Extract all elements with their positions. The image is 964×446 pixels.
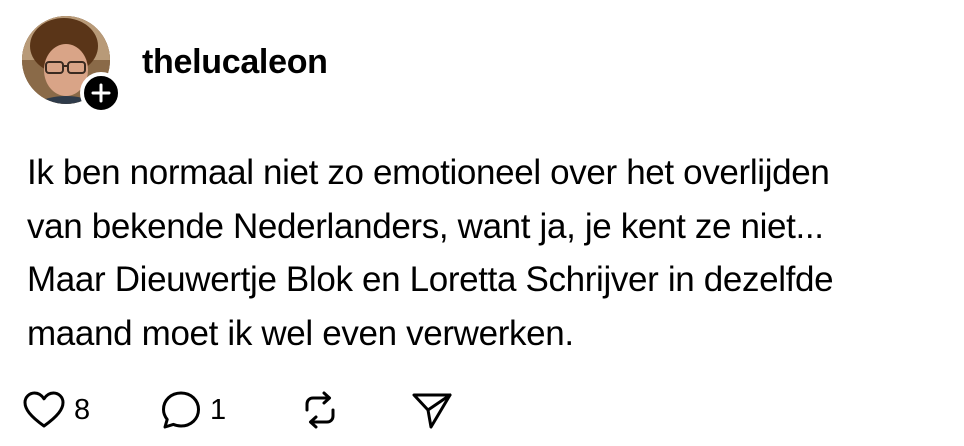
- reply-count: 1: [210, 394, 227, 426]
- heart-icon: [23, 391, 65, 428]
- repost-button[interactable]: [298, 388, 342, 432]
- avatar-container[interactable]: [22, 16, 122, 114]
- plus-icon: [91, 83, 111, 103]
- paper-plane-icon: [412, 393, 452, 429]
- like-count: 8: [74, 394, 91, 426]
- post-text-line: Ik ben normaal niet zo emotioneel over h…: [27, 153, 830, 192]
- repost-arrows-icon: [305, 391, 335, 429]
- reply-button[interactable]: 1: [160, 388, 226, 432]
- share-button[interactable]: [410, 388, 454, 432]
- speech-bubble-icon: [162, 391, 200, 429]
- like-button[interactable]: 8: [22, 388, 90, 432]
- post-text-line: Maar Dieuwertje Blok en Loretta Schrijve…: [27, 260, 834, 299]
- post-text-line: maand moet ik wel even verwerken.: [27, 313, 574, 353]
- post-text-line: van bekende Nederlanders, want ja, je ke…: [27, 206, 824, 246]
- thread-post: thelucaleon Ik ben normaal niet zo emoti…: [0, 0, 964, 446]
- post-actions: 8 1: [22, 388, 522, 432]
- post-header: [22, 16, 122, 114]
- post-body: Ik ben normaal niet zo emotioneel over h…: [27, 146, 947, 360]
- follow-button[interactable]: [80, 72, 122, 114]
- username[interactable]: thelucaleon: [142, 45, 328, 79]
